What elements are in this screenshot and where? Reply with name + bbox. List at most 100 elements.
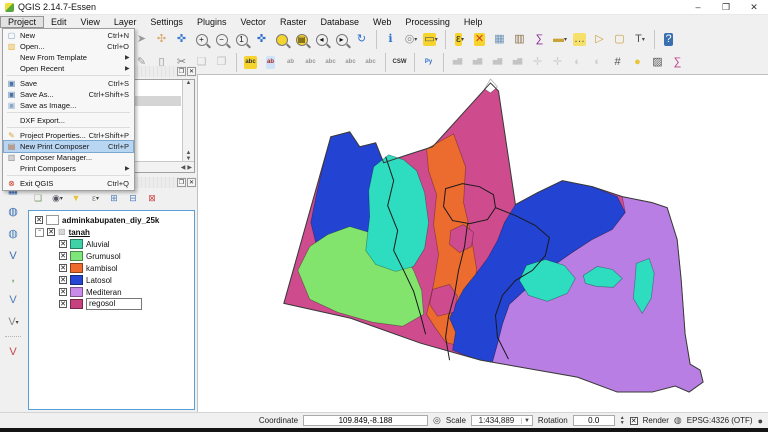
class-color-swatch[interactable] [70,275,83,285]
rotation-spinner[interactable]: ▲ ▼ [620,415,625,426]
layer-class-row[interactable]: Aluvial [29,238,194,250]
layer-class-row[interactable]: kambisol [29,262,194,274]
chevron-down-icon[interactable]: ▼ [520,417,532,424]
feature-action-icon[interactable]: ◎ ▾ [401,30,420,49]
class-visibility-checkbox[interactable] [59,276,67,284]
menu-item-open-recent[interactable]: Open Recent ▶ [4,63,133,74]
menu-raster[interactable]: Raster [273,16,314,28]
pan-map-icon[interactable]: ✣ ▾ [152,30,171,49]
decrease-brightness-icon[interactable]: ✛ ▾ [548,53,567,72]
zoom-last-icon[interactable]: ◂ ▾ [312,30,331,49]
layer-visibility-checkbox[interactable] [47,228,55,236]
layer-labeling-icon[interactable]: abc ▾ [236,53,260,72]
close-button[interactable]: ✕ [740,0,768,14]
show-bookmarks-icon[interactable]: ▢ ▾ [610,30,629,49]
float-panel-button[interactable]: ❐ [177,67,186,76]
local-cumulative-stretch-icon[interactable]: ▅▇ ▾ [488,53,507,72]
menu-item-project-properties[interactable]: ✎ Project Properties... Ctrl+Shift+P ▶ [4,130,133,141]
deselect-features-icon[interactable]: ✕ ▾ [470,30,489,49]
zoom-out-icon[interactable]: − ▾ [212,30,231,49]
field-calculator-icon[interactable]: ▥ ▾ [510,30,529,49]
map-canvas[interactable] [197,74,768,412]
raster-histogram-icon[interactable]: ▨ ▾ [648,53,667,72]
class-visibility-checkbox[interactable] [59,288,67,296]
zoom-to-layer-icon[interactable]: ▤ ▾ [292,30,311,49]
layer-tree[interactable]: adminkabupaten_diy_25k − ▧ tanah Aluvial [28,210,195,410]
expand-all-icon[interactable]: ⊞ ▾ [106,190,122,206]
menu-item-open[interactable]: ▨ Open... Ctrl+O ▶ [4,41,133,52]
layer-label[interactable]: tanah [69,228,90,237]
class-color-swatch[interactable] [70,263,83,273]
layer-row-tanah[interactable]: − ▧ tanah [29,226,194,238]
menu-row[interactable]: ▶ [7,127,130,129]
layer-label[interactable]: adminkabupaten_diy_25k [62,216,159,225]
add-wcs-layer-icon[interactable]: ◍ ▾ [3,224,23,244]
menu-row[interactable]: ▶ [7,75,130,77]
raster-calculator-icon[interactable]: ● ▾ [628,53,647,72]
menu-item-exit-qgis[interactable]: ⊗ Exit QGIS Ctrl+Q ▶ [4,178,133,189]
layer-visibility-checkbox[interactable] [35,216,43,224]
scale-combobox[interactable]: 1:434,889 ▼ [470,415,533,426]
local-histogram-stretch-icon[interactable]: ▅▇ ▾ [443,53,467,72]
select-by-expression-icon[interactable]: ε ▾ [445,30,469,49]
menu-item-save-as-image[interactable]: ▣ Save as Image... ▶ [4,100,133,111]
full-histogram-stretch-icon[interactable]: ▅▇ ▾ [468,53,487,72]
refresh-map-icon[interactable]: ↻ ▾ [352,30,371,49]
render-checkbox[interactable] [629,416,638,425]
zonal-statistics-icon[interactable]: ∑ ▾ [668,53,687,72]
map-tips-icon[interactable]: … ▾ [570,30,589,49]
layer-class-row[interactable]: Latosol [29,274,194,286]
measure-icon[interactable]: ▬ ▾ [550,30,569,49]
menu-item-save-as[interactable]: ▣ Save As... Ctrl+Shift+S ▶ [4,89,133,100]
increase-brightness-icon[interactable]: ✛ ▾ [528,53,547,72]
class-color-swatch[interactable] [70,239,83,249]
menu-row[interactable]: ▶ [7,112,130,114]
class-label[interactable]: Latosol [86,276,112,285]
add-wms-layer-icon[interactable]: ◍ ▾ [3,202,23,222]
attribute-table-icon[interactable]: ▦ ▾ [490,30,509,49]
class-color-swatch[interactable] [70,251,83,261]
scroll-right-icon[interactable]: ▶ [187,164,192,171]
zoom-next-icon[interactable]: ▸ ▾ [332,30,351,49]
manage-visibility-icon[interactable]: ◉ ▾ [49,190,65,206]
rotation-input[interactable] [572,415,615,426]
menu-item-save[interactable]: ▣ Save Ctrl+S ▶ [4,78,133,89]
menu-row[interactable]: ▶ [7,175,130,177]
coordinate-input[interactable] [303,415,429,426]
add-delimited-text-layer-icon[interactable]: , ▾ [3,268,23,288]
menu-view[interactable]: View [74,16,107,28]
menu-item-composer-manager[interactable]: ▥ Composer Manager... ▶ [4,152,133,163]
label-rotate-icon[interactable]: abc ▾ [341,53,360,72]
csw-search-icon[interactable]: CSW ▾ [385,53,409,72]
menu-item-print-composers[interactable]: Print Composers ▶ [4,163,133,174]
log-messages-icon[interactable]: ● [758,416,763,426]
maximize-button[interactable]: ❐ [712,0,740,14]
menu-project[interactable]: Project [0,15,45,28]
class-label[interactable]: kambisol [86,264,118,273]
scroll-up-icon[interactable]: ▲ [186,80,192,86]
class-visibility-checkbox[interactable] [59,264,67,272]
float-panel-button[interactable]: ❐ [177,178,186,187]
pan-to-selection-icon[interactable]: ✜ ▾ [172,30,191,49]
horizontal-scrollbar[interactable]: ◀ ▶ [128,161,194,172]
identify-features-icon[interactable]: ℹ ▾ [376,30,400,49]
scroll-left-icon[interactable]: ◀ [181,164,186,171]
collapse-expander-icon[interactable]: − [35,227,44,237]
menu-web[interactable]: Web [366,16,398,28]
menu-item-new-from-template[interactable]: New From Template ▶ [4,52,133,63]
decrease-contrast-icon[interactable]: ◐ ▾ [588,53,607,72]
zoom-native-icon[interactable]: 1 ▾ [232,30,251,49]
zoom-in-icon[interactable]: + ▾ [192,30,211,49]
label-highlight-icon[interactable]: ab ▾ [281,53,300,72]
label-move-icon[interactable]: abc ▾ [321,53,340,72]
layer-class-row[interactable]: Mediteran [29,286,194,298]
zoom-full-icon[interactable]: ✜ ▾ [252,30,271,49]
class-visibility-checkbox[interactable] [59,240,67,248]
menu-processing[interactable]: Processing [398,16,457,28]
menu-help[interactable]: Help [457,16,490,28]
class-color-swatch[interactable] [70,299,83,309]
class-label[interactable]: regosol [86,298,143,310]
select-features-icon[interactable]: ▭ ▾ [421,30,440,49]
processing-toolbox-icon[interactable]: V ▾ [3,342,23,362]
class-label[interactable]: Mediteran [86,288,122,297]
